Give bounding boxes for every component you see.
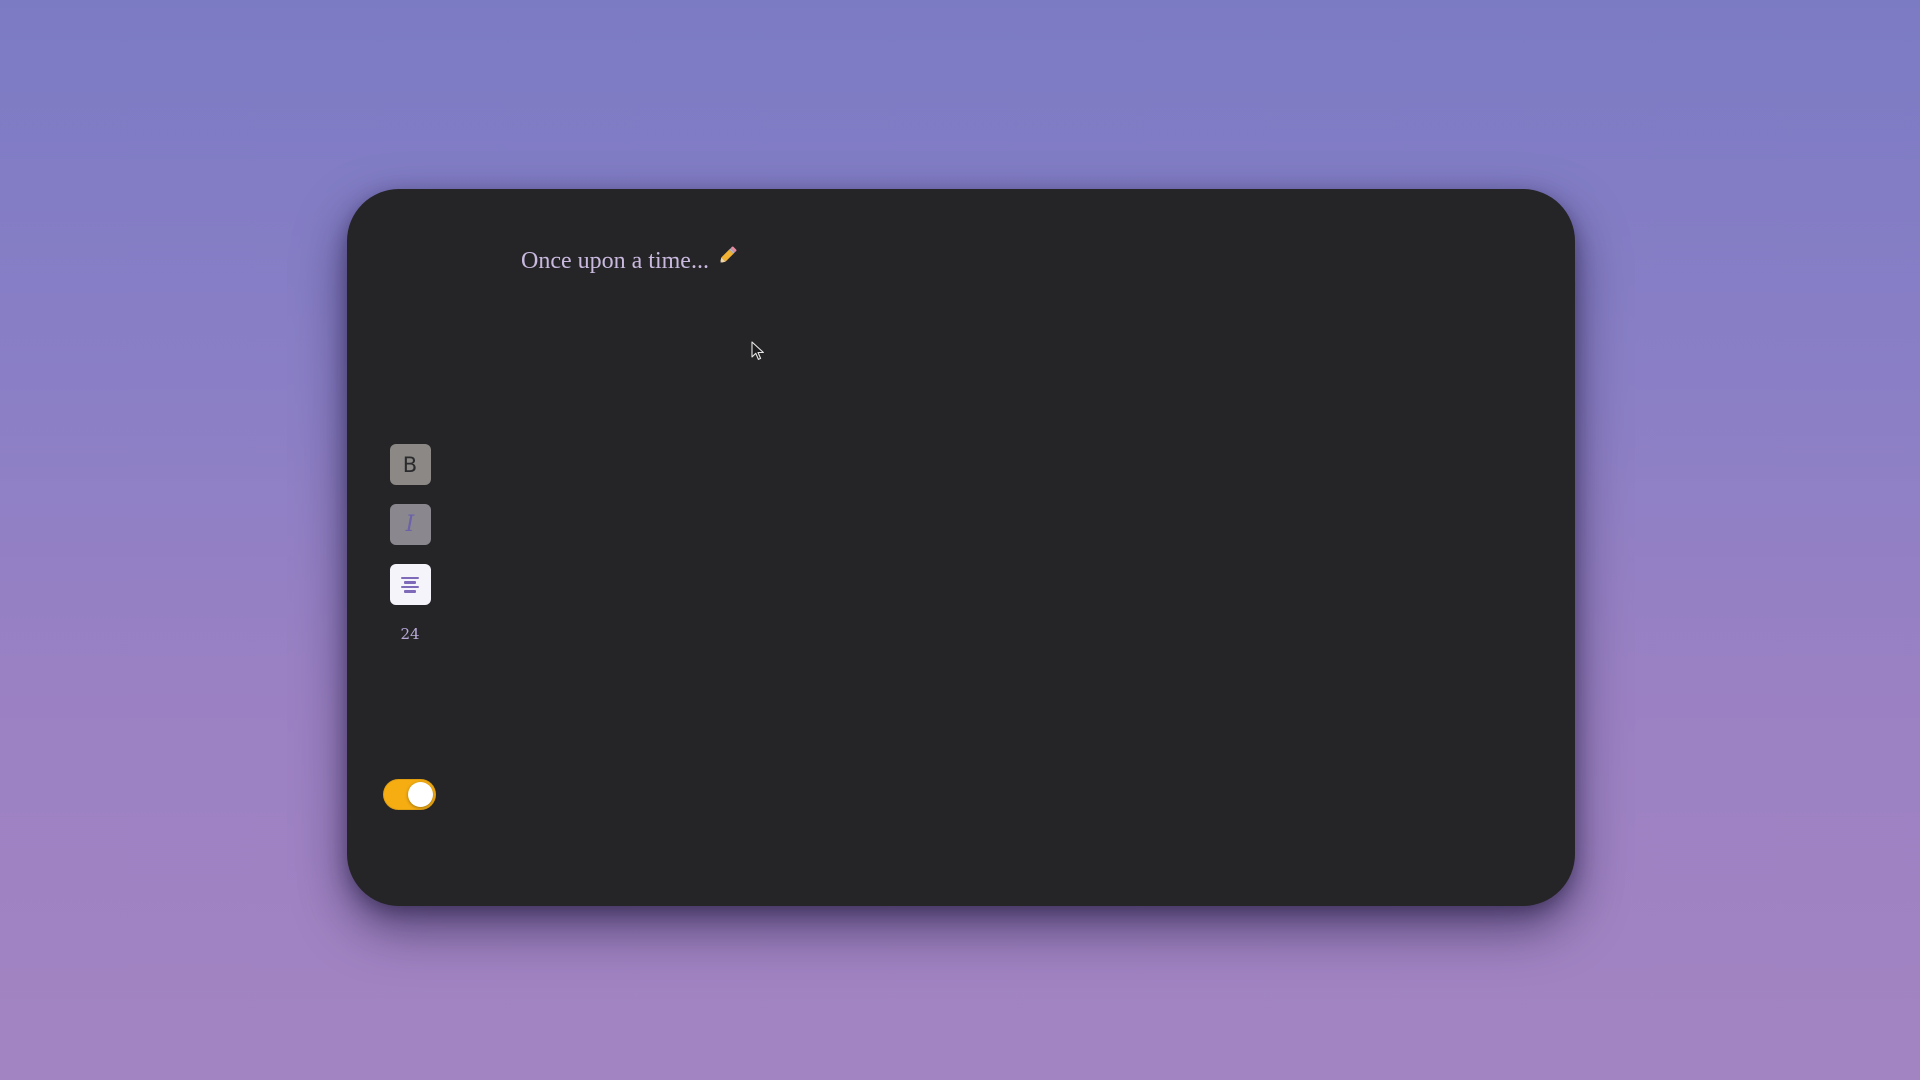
mouse-pointer-icon bbox=[751, 341, 765, 365]
editor-content[interactable]: Once upon a time... bbox=[521, 244, 739, 278]
editor-card: Once upon a time... B I 24 bbox=[347, 189, 1575, 906]
bold-label: B bbox=[402, 452, 418, 477]
align-center-icon bbox=[401, 576, 419, 593]
theme-toggle[interactable] bbox=[383, 779, 436, 810]
formatting-toolbar: B I 24 bbox=[389, 444, 431, 643]
bold-button[interactable]: B bbox=[389, 444, 431, 485]
italic-button[interactable]: I bbox=[389, 504, 431, 545]
italic-label: I bbox=[405, 512, 415, 537]
editor-text: Once upon a time... bbox=[521, 248, 709, 275]
font-size-value[interactable]: 24 bbox=[400, 625, 419, 643]
align-center-button[interactable] bbox=[389, 564, 431, 605]
toggle-knob bbox=[408, 782, 433, 807]
pencil-icon bbox=[715, 244, 739, 275]
